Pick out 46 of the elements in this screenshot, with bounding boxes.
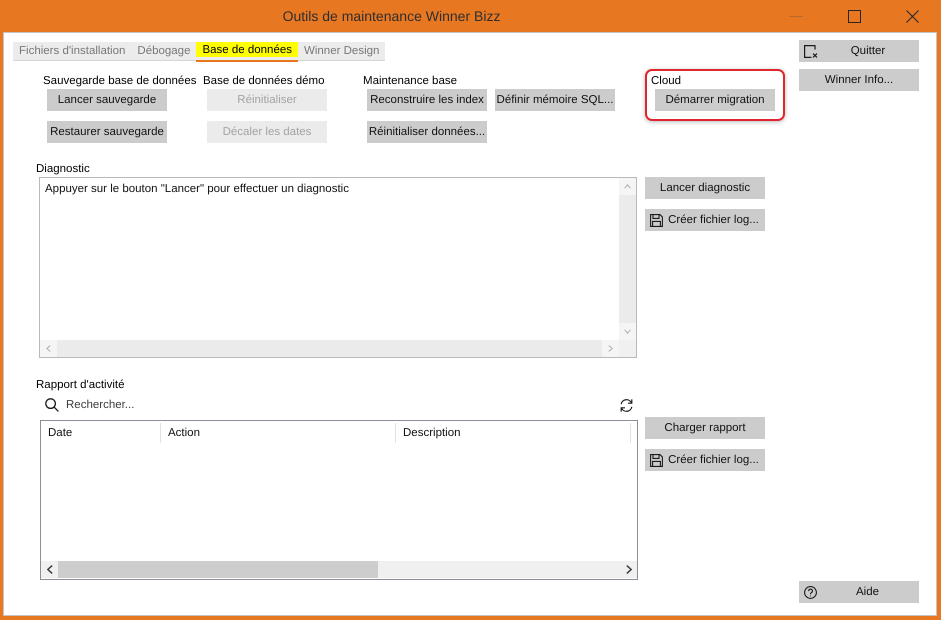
save-button[interactable]: Créer fichier log... [645, 209, 765, 231]
action-button[interactable]: Lancer diagnostic [645, 177, 765, 199]
save-icon [650, 454, 663, 466]
action-button[interactable]: Charger rapport [645, 417, 765, 439]
action-button[interactable]: Reconstruire les index [367, 89, 487, 111]
help-button[interactable]: Aide [799, 581, 919, 603]
tab[interactable]: Débogage [131, 42, 196, 60]
tab[interactable]: Winner Design [298, 42, 386, 60]
save-icon [650, 214, 663, 226]
chevron-right-icon[interactable] [626, 565, 632, 574]
chevron-left-icon[interactable] [46, 565, 52, 574]
tab[interactable]: Fichiers d'installation [13, 42, 132, 60]
action-button[interactable]: Réinitialiser données... [367, 121, 487, 143]
exit-button[interactable]: Quitter [799, 40, 919, 62]
help-icon [804, 586, 817, 598]
scrollbar-thumb[interactable] [58, 561, 378, 578]
close-icon[interactable] [906, 10, 918, 22]
section-label: Rapport d'activité [36, 378, 126, 392]
vertical-scrollbar[interactable] [619, 178, 636, 340]
group-label: Sauvegarde base de données [43, 74, 196, 88]
search-field[interactable]: Rechercher... [66, 397, 611, 413]
action-button[interactable]: Restaurer sauvegarde [47, 121, 167, 143]
exit-icon [804, 44, 818, 58]
column-header[interactable]: Date [41, 423, 161, 443]
section-label: Diagnostic [36, 162, 91, 176]
tab[interactable]: Base de données [196, 42, 298, 62]
chevron-up-icon[interactable] [624, 184, 631, 189]
group-label: Cloud [651, 74, 682, 88]
column-header[interactable]: Description [396, 423, 631, 443]
search-icon [45, 398, 59, 412]
action-button[interactable]: Winner Info... [799, 69, 919, 91]
output-text-area[interactable]: Appuyer sur le bouton "Lancer" pour effectuer un diagnostic [39, 177, 637, 358]
diagnostic-message: Appuyer sur le bouton "Lancer" pour effectuer un diagnostic [45, 183, 349, 195]
horizontal-scrollbar[interactable] [41, 561, 637, 578]
window-title: Outils de maintenance Winner Bizz [282, 8, 502, 24]
chevron-down-icon[interactable] [624, 329, 631, 334]
action-button[interactable]: Lancer sauvegarde [47, 89, 167, 111]
scrollbar-corner [619, 340, 636, 357]
action-button[interactable]: Définir mémoire SQL... [495, 89, 615, 111]
save-button[interactable]: Créer fichier log... [645, 449, 765, 471]
refresh-icon[interactable] [619, 398, 634, 412]
maximize-icon[interactable] [848, 10, 860, 22]
action-button[interactable]: Démarrer migration [655, 89, 775, 111]
group-label: Base de données démo [203, 74, 324, 88]
group-label: Maintenance base [363, 74, 457, 88]
column-header[interactable]: Action [161, 423, 396, 443]
